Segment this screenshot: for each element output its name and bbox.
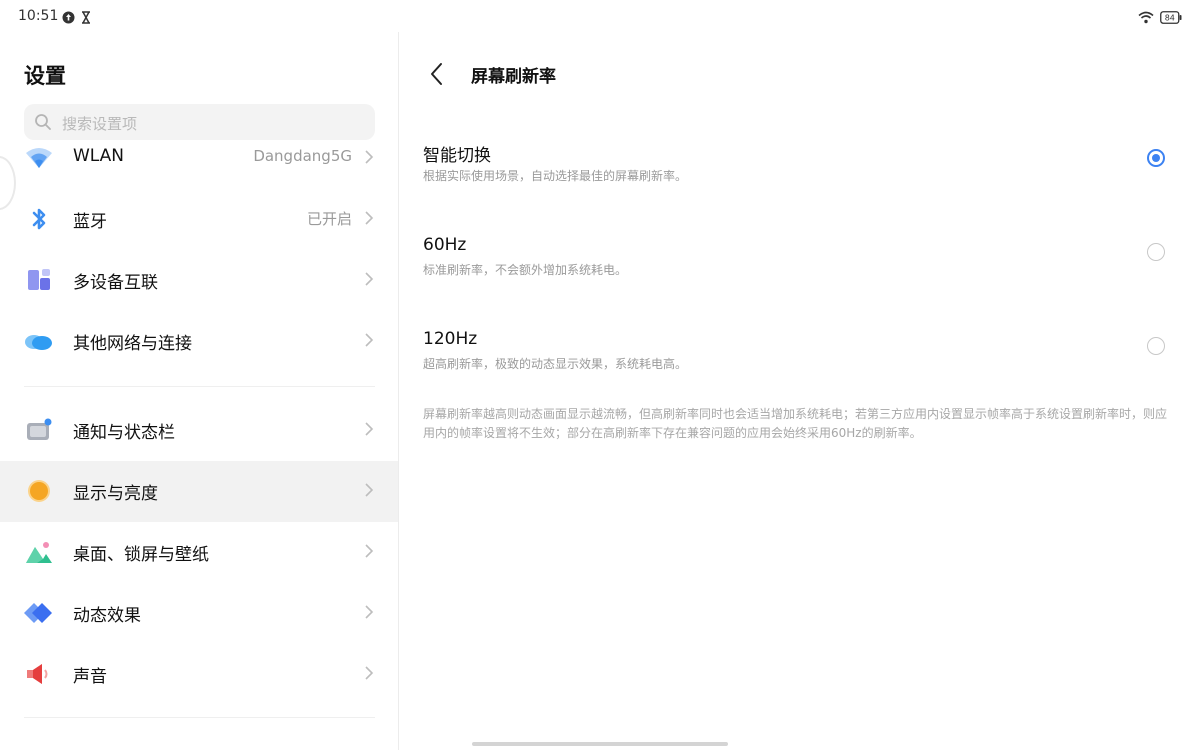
sidebar-item-wlan[interactable]: WLAN Dangdang5G [0,128,398,189]
bluetooth-status: 已开启 [306,210,352,228]
sidebar-item-multi-device[interactable]: 多设备互联 [0,250,398,311]
option-120hz[interactable]: 120Hz 超高刷新率，极致的动态显示效果，系统耗电高。 [423,329,1183,389]
chevron-right-icon [364,332,374,352]
chevron-right-icon [364,421,374,441]
chevron-right-icon [364,604,374,624]
option-title: 120Hz [423,329,478,349]
chevron-right-icon [364,271,374,291]
sidebar-item-label: 桌面、锁屏与壁纸 [73,545,209,565]
sidebar-item-notifications[interactable]: 通知与状态栏 [0,400,398,461]
sidebar-item-label: 通知与状态栏 [73,423,175,443]
sidebar-item-label: 多设备互联 [73,273,158,293]
back-button[interactable] [425,60,449,88]
refresh-rate-panel: 屏幕刷新率 智能切换 根据实际使用场景，自动选择最佳的屏幕刷新率。 60Hz 标… [399,32,1200,750]
section-divider [24,386,375,387]
radio-120hz[interactable] [1147,337,1165,355]
chevron-right-icon [364,543,374,563]
option-description: 超高刷新率，极致的动态显示效果，系统耗电高。 [423,357,688,371]
animation-icon [24,599,54,627]
battery-level: 84 [1165,14,1175,23]
upload-icon [62,9,75,28]
radio-60hz[interactable] [1147,243,1165,261]
chevron-right-icon [364,665,374,685]
home-indicator[interactable] [472,742,728,746]
option-description: 标准刷新率，不会额外增加系统耗电。 [423,263,628,277]
sidebar-item-other-network[interactable]: 其他网络与连接 [0,311,398,372]
wallpaper-icon [24,538,54,566]
sound-icon [24,660,54,688]
notification-icon [24,416,54,444]
sidebar-item-label: 动态效果 [73,606,141,626]
section-divider [24,717,375,718]
multi-device-icon [24,266,54,294]
chevron-left-icon [431,63,442,85]
sidebar-item-label: 声音 [73,667,107,687]
sidebar-item-bluetooth[interactable]: 蓝牙 已开启 [0,189,398,250]
battery-icon: 84 [1160,9,1182,28]
brightness-icon [24,477,54,505]
page-title: 设置 [24,64,66,88]
wlan-network-name: Dangdang5G [253,147,352,165]
sidebar-item-label: WLAN [73,146,125,166]
option-title: 60Hz [423,235,467,255]
detail-title: 屏幕刷新率 [471,67,556,87]
wifi-status-icon [1138,9,1154,28]
settings-sidebar: 设置 搜索设置项 WLAN Dangdang5G 蓝牙 已开启 多设备互联 其他… [0,32,398,750]
hourglass-icon [81,9,91,28]
sidebar-item-wallpaper[interactable]: 桌面、锁屏与壁纸 [0,522,398,583]
sidebar-item-label: 其他网络与连接 [73,334,192,354]
status-bar: 10:51 84 [0,0,1200,32]
sidebar-item-display-brightness[interactable]: 显示与亮度 [0,461,398,522]
option-60hz[interactable]: 60Hz 标准刷新率，不会额外增加系统耗电。 [423,235,1183,295]
status-time: 10:51 [18,8,59,24]
refresh-rate-footnote: 屏幕刷新率越高则动态画面显示越流畅，但高刷新率同时也会适当增加系统耗电；若第三方… [423,407,1168,440]
bluetooth-icon [24,205,54,233]
radio-smart-switch[interactable] [1147,149,1165,167]
option-smart-switch[interactable]: 智能切换 根据实际使用场景，自动选择最佳的屏幕刷新率。 [423,141,1183,201]
sidebar-item-animation[interactable]: 动态效果 [0,583,398,644]
sidebar-item-sound[interactable]: 声音 [0,644,398,705]
option-title: 智能切换 [423,146,491,166]
sidebar-item-label: 显示与亮度 [73,484,158,504]
chevron-right-icon [364,149,374,169]
cloud-icon [24,327,54,355]
chevron-right-icon [364,210,374,230]
option-description: 根据实际使用场景，自动选择最佳的屏幕刷新率。 [423,169,688,183]
wifi-icon [24,144,54,172]
chevron-right-icon [364,482,374,502]
sidebar-item-label: 蓝牙 [73,212,107,232]
